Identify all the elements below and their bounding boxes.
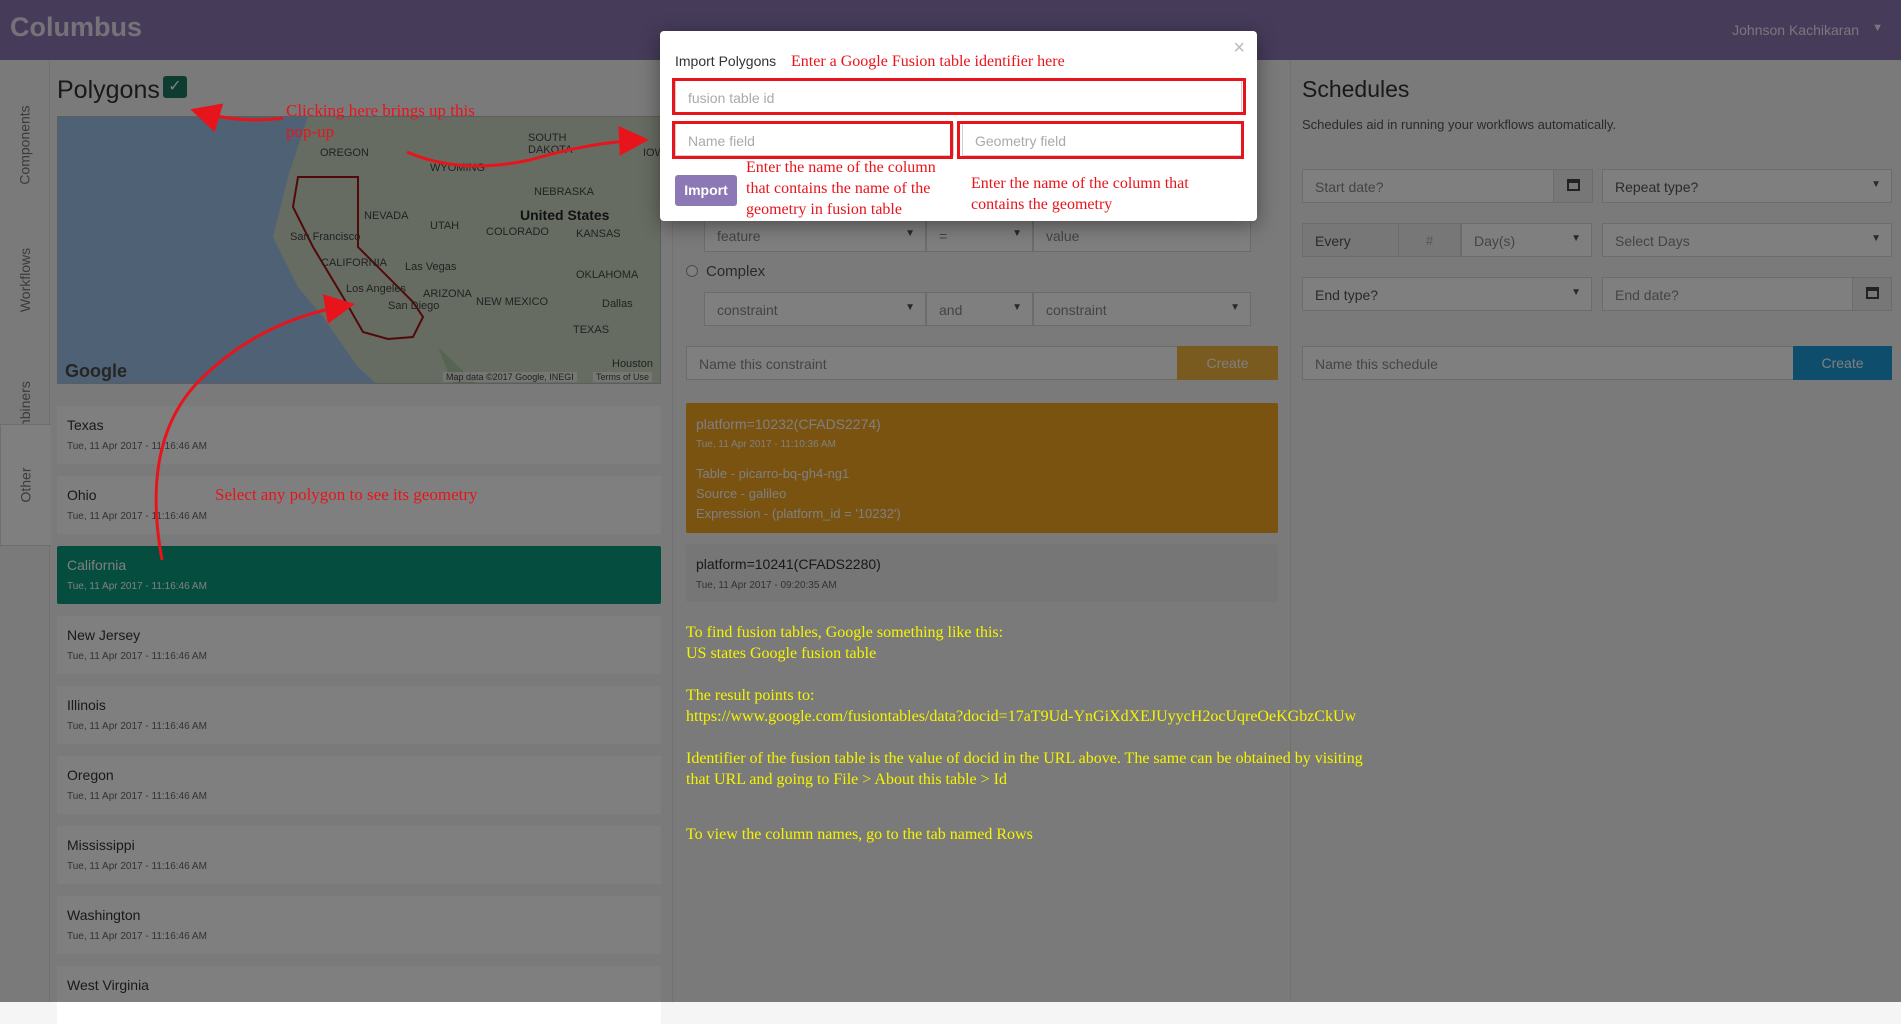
help-text: that URL and going to File > About this … (686, 771, 1007, 788)
help-text: The result points to: (686, 687, 815, 704)
help-text: Identifier of the fusion table is the va… (686, 750, 1363, 767)
annotation-enter-id: Enter a Google Fusion table identifier h… (791, 53, 1065, 70)
help-text: US states Google fusion table (686, 645, 877, 662)
annotation-name-column: Enter the name of the column that contai… (746, 159, 936, 218)
annotation-click-here: Clicking here brings up this pop-up (286, 101, 475, 141)
annotation-geometry-column: Enter the name of the column that contai… (971, 175, 1189, 213)
annotation-select-polygon: Select any polygon to see its geometry (215, 485, 478, 504)
help-text: To view the column names, go to the tab … (686, 826, 1033, 843)
help-text: https://www.google.com/fusiontables/data… (686, 708, 1357, 725)
help-text: To find fusion tables, Google something … (686, 624, 1004, 641)
